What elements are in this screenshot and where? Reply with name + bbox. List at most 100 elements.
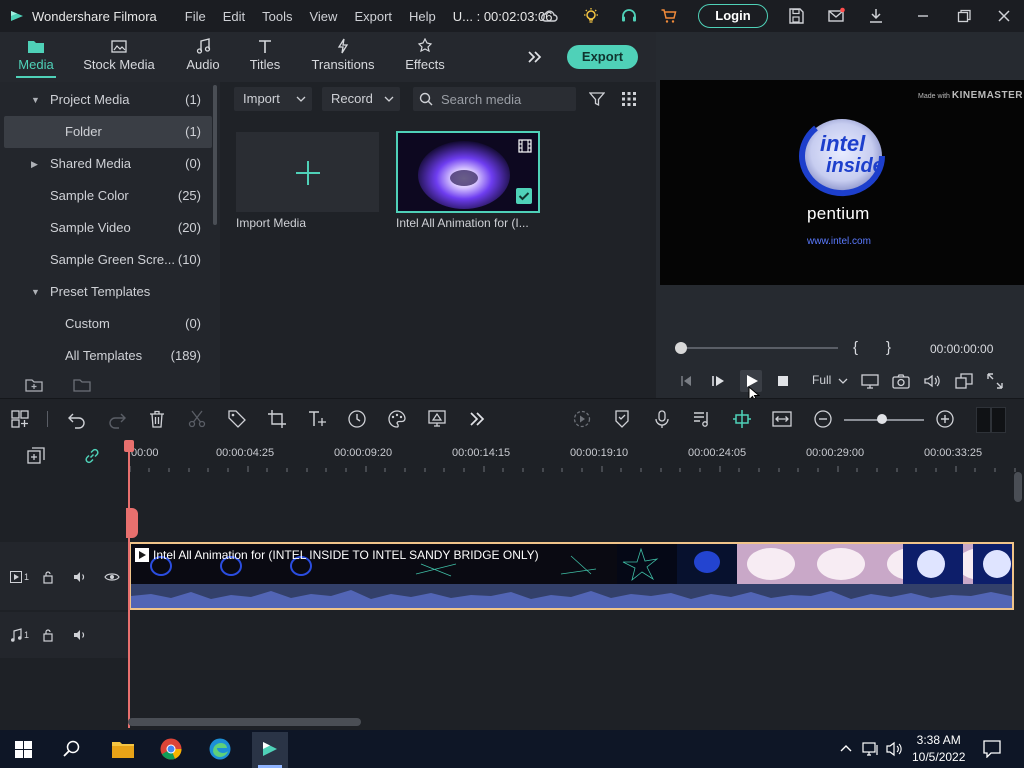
preview-scrub-handle[interactable] [675,342,687,354]
filmora-taskbar-button[interactable] [252,732,288,768]
mark-in-button[interactable]: { [853,339,858,356]
zoom-in-icon[interactable] [935,409,955,429]
network-icon[interactable] [862,741,880,757]
close-icon[interactable] [995,7,1013,25]
zoom-out-icon[interactable] [813,409,833,429]
sidebar-item-shared-media[interactable]: ▶ Shared Media (0) [0,148,212,180]
crop-icon[interactable] [267,409,287,429]
more-tabs-chevron-icon[interactable] [527,49,543,65]
media-clip-thumbnail[interactable] [396,131,540,213]
undo-icon[interactable] [67,409,87,429]
render-preview-icon[interactable] [572,409,592,429]
zoom-slider-handle[interactable] [877,414,887,424]
mark-out-button[interactable]: } [886,339,891,356]
chevron-down-icon[interactable] [838,378,848,384]
mail-icon[interactable] [827,7,845,25]
lightbulb-icon[interactable] [582,7,600,25]
tab-effects[interactable]: Effects [402,32,448,82]
delete-trash-icon[interactable] [147,409,167,429]
audio-mixer-icon[interactable] [692,409,712,429]
color-palette-icon[interactable] [387,409,407,429]
snapshot-camera-icon[interactable] [892,373,910,389]
snap-magnet-icon[interactable] [732,409,752,429]
menu-help[interactable]: Help [409,9,436,24]
marker-shield-icon[interactable] [612,409,632,429]
playhead-line[interactable] [128,440,130,728]
tab-audio[interactable]: Audio [182,32,224,82]
filter-icon[interactable] [589,91,605,107]
edge-icon[interactable] [209,738,231,760]
menu-file[interactable]: File [185,9,206,24]
sidebar-item-preset-templates[interactable]: ▼ Preset Templates [0,276,212,308]
play-frame-icon[interactable] [711,374,725,388]
record-dropdown[interactable]: Record [322,87,400,111]
sidebar-item-sample-green-screen[interactable]: Sample Green Scre... (10) [0,244,212,276]
video-clip[interactable]: Intel All Animation for (INTEL INSIDE TO… [129,542,1014,610]
track-height-toggle[interactable] [976,407,1006,433]
menu-tools[interactable]: Tools [262,9,292,24]
timeline-ruler[interactable]: 00:00 00:00:04:25 00:00:09:20 00:00:14:1… [128,440,1018,472]
expand-arrow-icon[interactable]: ▶ [31,148,38,180]
tab-stock-media[interactable]: Stock Media [80,32,158,82]
speaker-icon[interactable] [73,628,87,642]
layout-icon[interactable] [10,409,30,429]
tab-media[interactable]: Media [14,32,58,82]
link-icon[interactable] [83,447,101,465]
text-add-icon[interactable] [307,409,327,429]
more-tools-chevron-icon[interactable] [467,409,487,429]
search-media-input[interactable] [441,87,571,111]
sidebar-item-folder[interactable]: Folder (1) [4,116,212,148]
restore-icon[interactable] [955,7,973,25]
headset-support-icon[interactable] [620,7,638,25]
fit-timeline-icon[interactable] [772,409,792,429]
minimize-icon[interactable] [914,7,932,25]
folder-outline-icon[interactable] [73,378,91,392]
preview-video[interactable]: Made with KINEMASTER intel inside pentiu… [660,80,1024,285]
search-media-box[interactable] [413,87,576,111]
tag-icon[interactable] [227,409,247,429]
pip-icon[interactable] [955,373,973,389]
lock-icon[interactable] [42,628,54,642]
file-explorer-icon[interactable] [111,739,135,759]
expand-arrow-icon[interactable]: ▼ [31,276,40,308]
notification-icon[interactable] [983,740,1001,758]
speaker-icon[interactable] [73,570,87,584]
save-icon[interactable] [787,7,805,25]
import-dropdown[interactable]: Import [234,87,312,111]
timeline-horizontal-scrollbar[interactable] [128,718,361,726]
system-clock[interactable]: 3:38 AM 10/5/2022 [912,732,965,766]
preview-scrub-track[interactable] [680,347,838,349]
import-media-tile[interactable] [236,132,379,212]
volume-icon[interactable] [886,741,904,757]
stop-icon[interactable] [777,375,789,387]
eye-icon[interactable] [104,571,120,583]
playhead-handle[interactable] [124,440,134,452]
sidebar-item-all-templates[interactable]: All Templates (189) [0,340,212,372]
cart-icon[interactable] [660,7,678,25]
playhead-marker-tab[interactable] [126,508,138,538]
volume-icon[interactable] [923,373,941,389]
scissors-cut-icon[interactable] [187,409,207,429]
new-folder-icon[interactable] [25,378,43,392]
timeline-vertical-scrollbar[interactable] [1014,472,1022,502]
sidebar-scrollbar[interactable] [213,85,217,225]
sidebar-item-sample-color[interactable]: Sample Color (25) [0,180,212,212]
quality-dropdown[interactable]: Full [812,373,831,387]
sidebar-item-sample-video[interactable]: Sample Video (20) [0,212,212,244]
menu-edit[interactable]: Edit [223,9,245,24]
export-button[interactable]: Export [567,45,638,69]
search-icon[interactable] [63,740,81,758]
menu-export[interactable]: Export [354,9,392,24]
chrome-icon[interactable] [160,738,182,760]
sidebar-item-project-media[interactable]: ▼ Project Media (1) [0,84,212,116]
add-track-icon[interactable] [27,447,45,465]
microphone-icon[interactable] [652,409,672,429]
redo-icon[interactable] [107,409,127,429]
sidebar-item-custom[interactable]: Custom (0) [0,308,212,340]
lock-icon[interactable] [42,570,54,584]
display-settings-icon[interactable] [861,373,879,389]
tab-transitions[interactable]: Transitions [310,32,376,82]
fullscreen-icon[interactable] [987,373,1003,389]
chevron-up-icon[interactable] [840,744,852,752]
ai-portrait-icon[interactable] [427,409,447,429]
